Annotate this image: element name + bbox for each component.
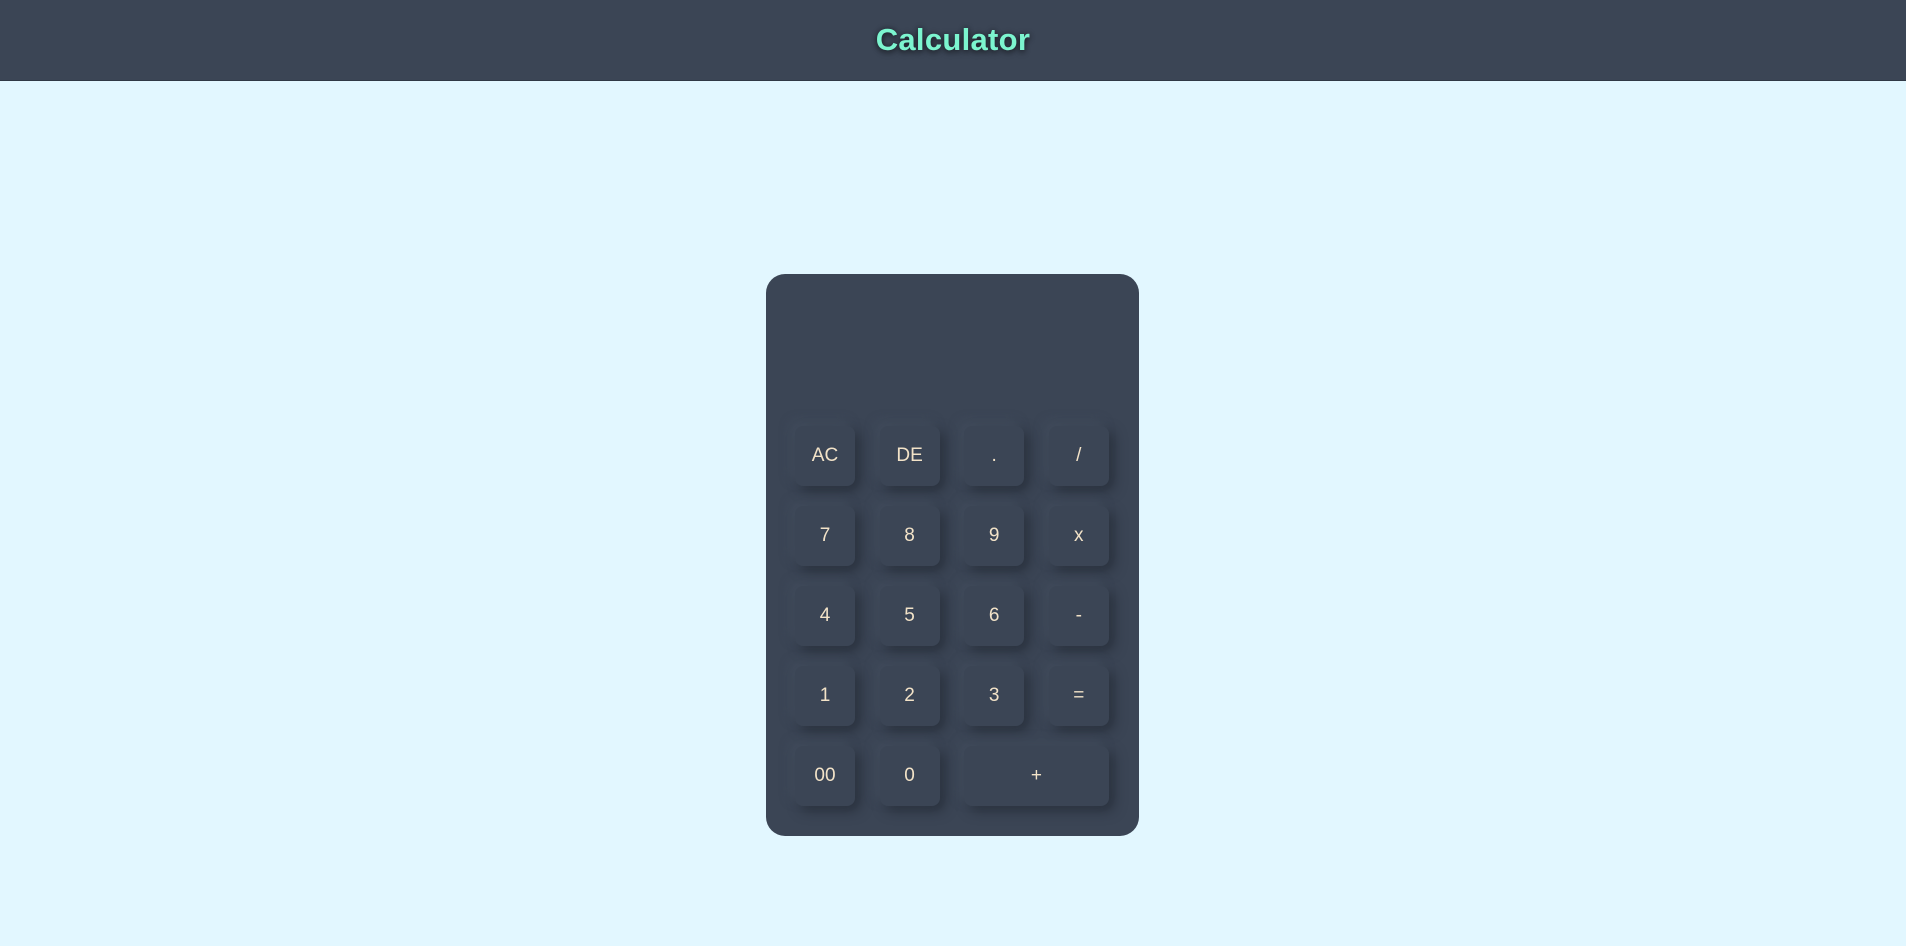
digit-6-button[interactable]: 6 [964,586,1025,646]
digit-3-button[interactable]: 3 [964,666,1025,726]
keypad: AC DE . / 7 8 9 x 4 5 6 - 1 2 3 = 00 0 + [795,426,1111,806]
top-bar: Calculator [0,0,1906,81]
equals-button[interactable]: = [1048,666,1109,726]
app-title: Calculator [875,22,1031,57]
digit-0-button[interactable]: 0 [879,746,940,806]
digit-2-button[interactable]: 2 [879,666,940,726]
digit-7-button[interactable]: 7 [795,506,855,566]
double-zero-button[interactable]: 00 [795,746,855,806]
subtract-button[interactable]: - [1048,586,1109,646]
digit-5-button[interactable]: 5 [879,586,940,646]
all-clear-button[interactable]: AC [795,426,855,486]
multiply-button[interactable]: x [1048,506,1109,566]
digit-9-button[interactable]: 9 [964,506,1025,566]
decimal-button[interactable]: . [964,426,1025,486]
calculator-display [790,296,1115,416]
digit-8-button[interactable]: 8 [879,506,940,566]
divide-button[interactable]: / [1048,426,1109,486]
calculator: AC DE . / 7 8 9 x 4 5 6 - 1 2 3 = 00 0 + [766,274,1139,836]
add-button[interactable]: + [964,746,1109,806]
digit-1-button[interactable]: 1 [795,666,855,726]
digit-4-button[interactable]: 4 [795,586,855,646]
delete-button[interactable]: DE [879,426,940,486]
